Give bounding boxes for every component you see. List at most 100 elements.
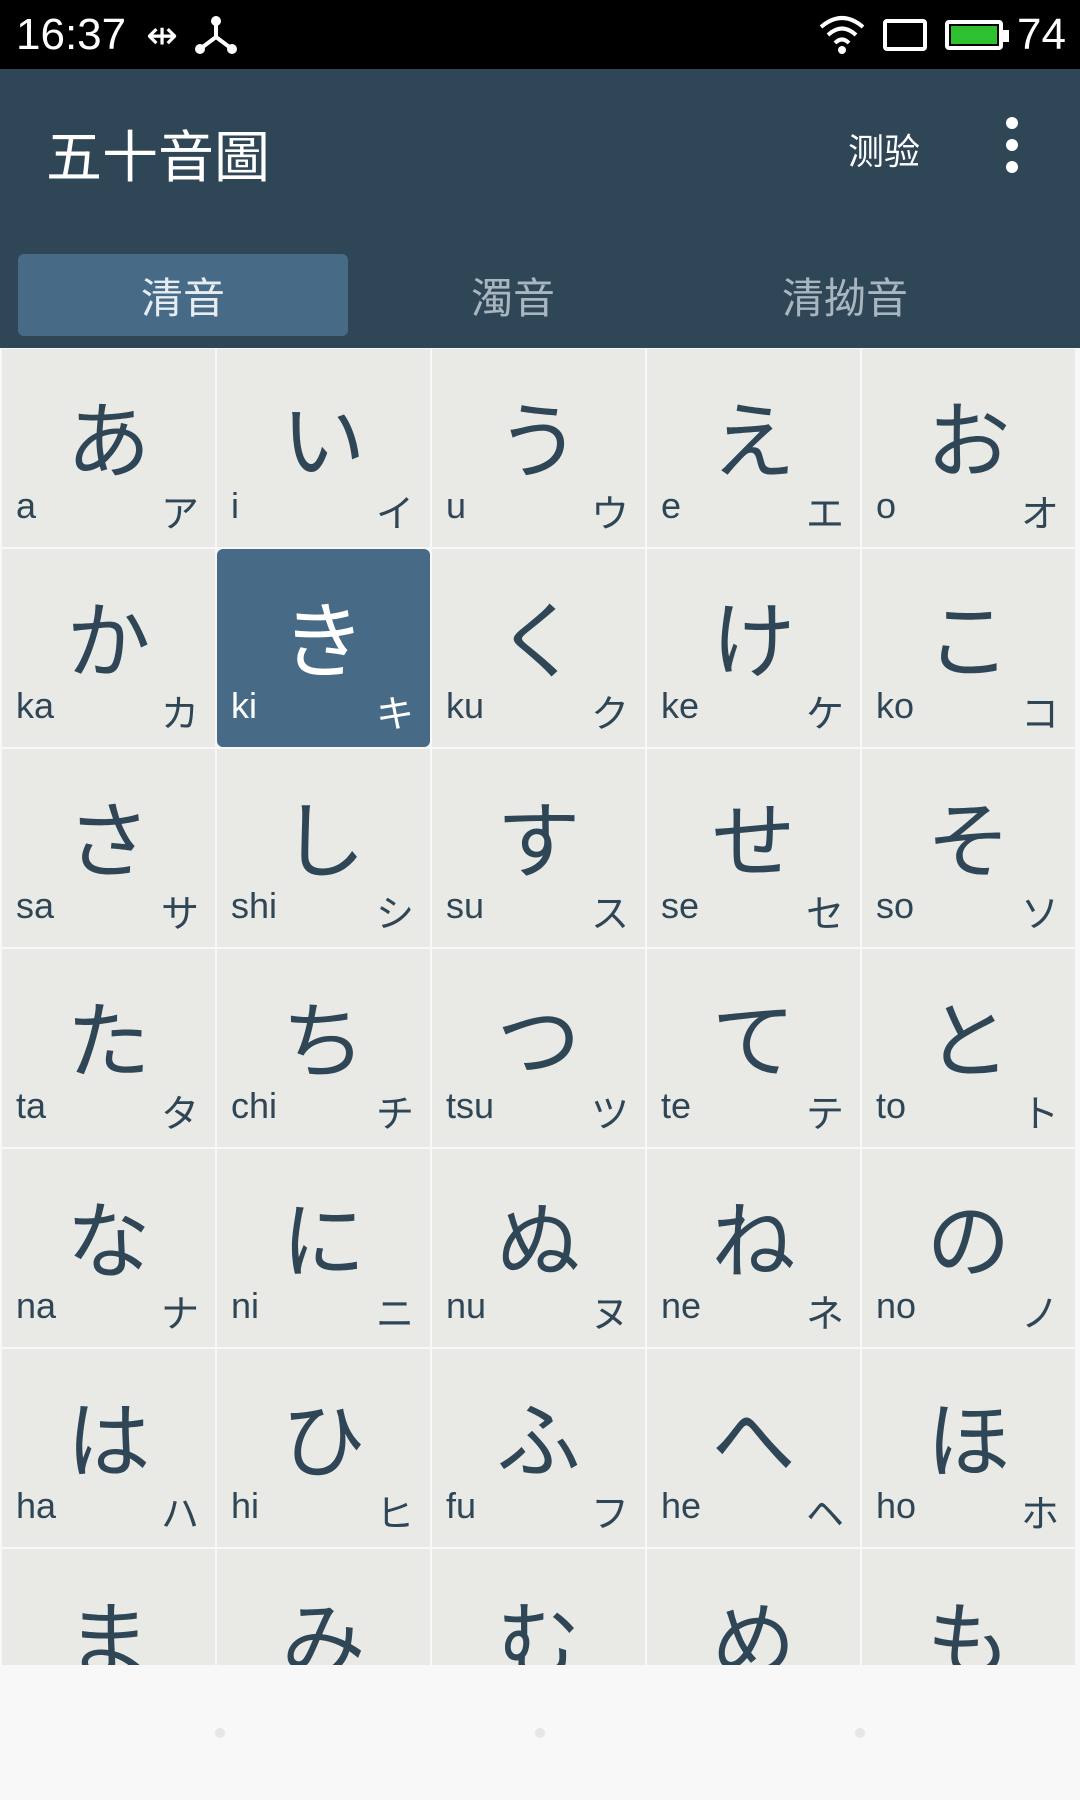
romaji-label: ni (231, 1285, 260, 1326)
kana-cell[interactable]: た ta タ (2, 949, 215, 1147)
hiragana-label: へ (711, 1393, 796, 1491)
hiragana-label: み (281, 1593, 366, 1665)
status-bar: 16:37 ⇹ 74 (0, 0, 1080, 69)
katakana-label: ソ (1020, 892, 1059, 936)
hiragana-label: に (281, 1193, 366, 1291)
kana-cell[interactable]: えe エ (647, 349, 860, 547)
romaji-label: shi (231, 885, 278, 926)
bottom-area (0, 1666, 1080, 1800)
kana-cell[interactable]: な na ナ (2, 1149, 215, 1347)
kana-cell[interactable]: ぬ nu ヌ (432, 1149, 645, 1347)
page-indicator-dot (855, 1728, 865, 1738)
katakana-label: イ (375, 492, 414, 536)
hiragana-label: ま (66, 1593, 151, 1665)
kana-cell[interactable]: つ tsu ツ (432, 949, 645, 1147)
katakana-label: テ (805, 1092, 844, 1136)
katakana-label: タ (160, 1092, 199, 1136)
usb-network-icon (194, 15, 237, 54)
kana-cell[interactable]: ほ ho ホ (862, 1349, 1075, 1547)
kana-cell[interactable]: ま (2, 1549, 215, 1665)
kana-cell[interactable]: うu ウ (432, 349, 645, 547)
romaji-label: he (661, 1485, 702, 1526)
kana-cell[interactable]: ふ fu フ (432, 1349, 645, 1547)
quiz-button[interactable]: 测验 (848, 123, 920, 175)
kana-cell[interactable]: き ki キ (217, 549, 430, 747)
hiragana-label: あ (66, 393, 151, 491)
kana-cell[interactable]: ね ne ネ (647, 1149, 860, 1347)
hiragana-label: き (281, 593, 366, 691)
kana-cell[interactable]: み (217, 1549, 430, 1665)
romaji-label: su (446, 885, 485, 926)
kana-cell[interactable]: おo オ (862, 349, 1075, 547)
kana-cell[interactable]: は ha ハ (2, 1349, 215, 1547)
kana-cell[interactable]: も (862, 1549, 1075, 1665)
kana-cell[interactable]: て te テ (647, 949, 860, 1147)
app-bar: 五十音圖 测验 清音 濁音 清拗音 (0, 69, 1080, 348)
katakana-label: ツ (590, 1092, 629, 1136)
kana-cell[interactable]: く ku ク (432, 549, 645, 747)
katakana-label: ノ (1020, 1292, 1059, 1336)
katakana-label: ホ (1020, 1492, 1059, 1536)
romaji-label: se (661, 885, 700, 926)
kana-cell[interactable]: ち chi チ (217, 949, 430, 1147)
kana-cell[interactable]: ひ hi ヒ (217, 1349, 430, 1547)
katakana-label: ネ (805, 1292, 844, 1336)
romaji-label: hi (231, 1485, 260, 1526)
hiragana-label: ぬ (496, 1193, 581, 1291)
kana-cell[interactable]: せ se セ (647, 749, 860, 947)
katakana-label: セ (805, 892, 844, 936)
kana-cell[interactable]: に ni ニ (217, 1149, 430, 1347)
romaji-label: sa (16, 885, 55, 926)
page-indicator-dot (535, 1728, 545, 1738)
kana-cell[interactable]: し shi シ (217, 749, 430, 947)
hiragana-label: す (496, 793, 581, 891)
hiragana-label: し (281, 793, 366, 891)
romaji-label: ka (16, 685, 55, 726)
kana-cell[interactable]: へ he ヘ (647, 1349, 860, 1547)
katakana-label: キ (375, 692, 414, 736)
romaji-label: ha (16, 1485, 57, 1526)
kana-cell[interactable]: す su ス (432, 749, 645, 947)
kana-cell[interactable]: い i イ (217, 349, 430, 547)
kana-grid: あ a アい i イう u ウえ e エお o オか ka カき ki キく ku クけ ke ケこ ko コさ sa サし… (2, 349, 1078, 1665)
kana-cell[interactable]: と to ト (862, 949, 1075, 1147)
rotation-icon (883, 18, 928, 51)
hiragana-label: こ (926, 593, 1011, 691)
kana-cell[interactable]: の no ノ (862, 1149, 1075, 1347)
hiragana-label: ふ (496, 1393, 581, 1491)
more-vert-icon[interactable] (1004, 117, 1020, 173)
katakana-label: ト (1020, 1092, 1059, 1136)
hiragana-label: そ (926, 793, 1011, 891)
hiragana-label: ち (281, 993, 366, 1091)
kana-cell[interactable]: け ke ケ (647, 549, 860, 747)
page-title: 五十音圖 (46, 126, 270, 191)
battery-icon (945, 19, 1010, 50)
kana-cell[interactable]: あa ア (2, 349, 215, 547)
katakana-label: サ (160, 892, 199, 936)
hiragana-label: お (926, 393, 1011, 491)
romaji-label: nu (446, 1285, 487, 1326)
katakana-label: シ (375, 892, 414, 936)
wifi-icon (819, 15, 865, 54)
hiragana-label: け (711, 593, 796, 691)
romaji-label: ko (876, 685, 915, 726)
kana-cell[interactable]: こ ko コ (862, 549, 1075, 747)
hiragana-label: ほ (926, 1393, 1011, 1491)
tab-seion[interactable]: 清音 (18, 254, 348, 336)
kana-cell[interactable]: め (647, 1549, 860, 1665)
romaji-label: na (16, 1285, 57, 1326)
status-time: 16:37 (16, 9, 127, 59)
kana-cell[interactable]: む (432, 1549, 645, 1665)
romaji-label: e (661, 485, 682, 526)
kana-cell[interactable]: か ka カ (2, 549, 215, 747)
romaji-label: o (876, 485, 897, 526)
kana-cell[interactable]: さ sa サ (2, 749, 215, 947)
page-indicator-dot (215, 1728, 225, 1738)
kana-cell[interactable]: そ so ソ (862, 749, 1075, 947)
hiragana-label: の (926, 1193, 1011, 1291)
tab-dakuon[interactable]: 濁音 (348, 254, 678, 336)
hiragana-label: う (496, 393, 581, 491)
tab-youon[interactable]: 清拗音 (680, 254, 1010, 336)
katakana-label: ア (160, 492, 199, 536)
hiragana-label: ひ (281, 1393, 366, 1491)
